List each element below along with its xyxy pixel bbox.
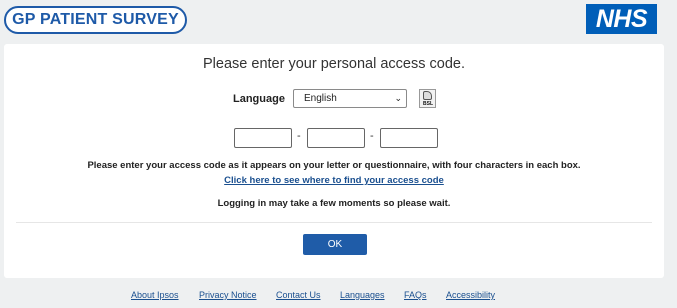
access-code-input-3[interactable] — [380, 128, 438, 148]
wait-message: Logging in may take a few moments so ple… — [217, 198, 451, 209]
language-selected-value: English — [304, 93, 337, 104]
page-title: Please enter your personal access code. — [203, 56, 465, 72]
instructions-text: Please enter your access code as it appe… — [87, 160, 581, 171]
nhs-logo: NHS — [586, 4, 657, 34]
bsl-icon[interactable]: BSL — [419, 89, 436, 108]
footer-link-about-ipsos[interactable]: About Ipsos — [131, 290, 179, 300]
code-separator: - — [370, 130, 374, 142]
divider — [16, 222, 652, 223]
language-label: Language — [233, 93, 285, 105]
access-code-card: Please enter your personal access code. … — [4, 44, 664, 278]
language-select[interactable]: English ⌄ — [293, 89, 407, 108]
header: GP PATIENT SURVEY NHS — [0, 0, 677, 44]
gp-patient-survey-logo[interactable]: GP PATIENT SURVEY — [4, 6, 187, 34]
code-separator: - — [297, 130, 301, 142]
access-code-row: - - — [4, 128, 664, 148]
bsl-icon-label: BSL — [423, 101, 433, 107]
access-code-input-1[interactable] — [234, 128, 292, 148]
chevron-down-icon: ⌄ — [394, 93, 402, 103]
ok-button[interactable]: OK — [303, 234, 367, 255]
access-code-input-2[interactable] — [307, 128, 365, 148]
footer-link-faqs[interactable]: FAQs — [404, 290, 427, 300]
footer-link-contact-us[interactable]: Contact Us — [276, 290, 321, 300]
hand-icon — [423, 91, 432, 100]
footer: About Ipsos Privacy Notice Contact Us La… — [0, 290, 677, 304]
footer-link-privacy-notice[interactable]: Privacy Notice — [199, 290, 257, 300]
footer-link-languages[interactable]: Languages — [340, 290, 385, 300]
help-link[interactable]: Click here to see where to find your acc… — [4, 175, 664, 186]
footer-link-accessibility[interactable]: Accessibility — [446, 290, 495, 300]
language-row: Language English ⌄ BSL — [4, 89, 664, 113]
